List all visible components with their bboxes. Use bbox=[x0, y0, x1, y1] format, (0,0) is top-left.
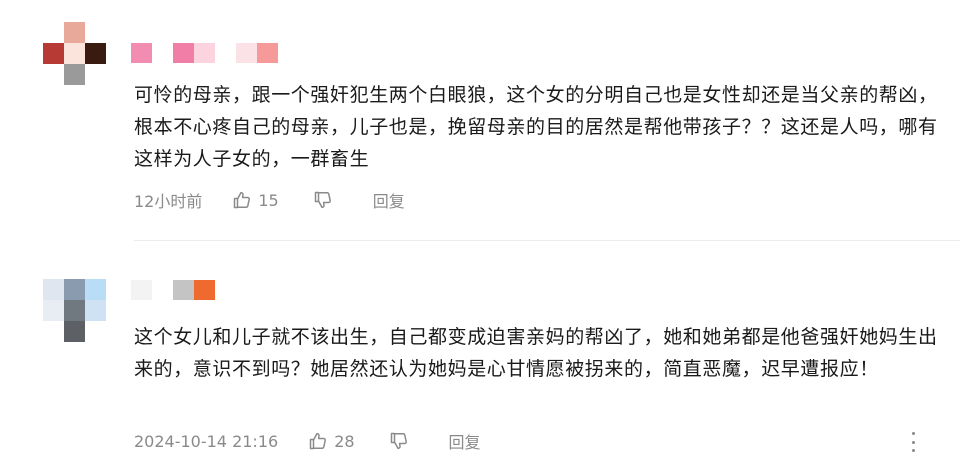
thumbs-up-icon bbox=[309, 432, 327, 450]
comment-text: 可怜的母亲，跟一个强奸犯生两个白眼狼，这个女的分明自己也是女性却还是当父亲的帮凶… bbox=[134, 84, 938, 170]
username[interactable] bbox=[131, 280, 215, 300]
username[interactable] bbox=[131, 43, 278, 63]
divider bbox=[134, 240, 960, 241]
comment-list: 可怜的母亲，跟一个强奸犯生两个白眼狼，这个女的分明自己也是女性却还是当父亲的帮凶… bbox=[0, 0, 960, 471]
dislike-button[interactable] bbox=[313, 190, 333, 210]
reply-button[interactable]: 回复 bbox=[449, 429, 481, 453]
avatar[interactable] bbox=[43, 22, 106, 85]
avatar[interactable] bbox=[43, 279, 106, 342]
like-count: 28 bbox=[334, 431, 355, 451]
comment-time: 12小时前 bbox=[134, 192, 203, 211]
like-button[interactable]: 28 bbox=[308, 431, 355, 451]
thumbs-down-icon bbox=[314, 191, 331, 209]
comment-meta: 2024-10-14 21:16 28 回复 bbox=[134, 429, 481, 453]
thumbs-up-icon bbox=[234, 191, 251, 209]
more-vertical-icon[interactable] bbox=[910, 432, 916, 452]
thumbs-down-icon bbox=[390, 432, 407, 450]
like-count: 15 bbox=[258, 190, 279, 210]
comment-meta: 12小时前 15 回复 bbox=[134, 188, 405, 212]
comment-time: 2024-10-14 21:16 bbox=[134, 431, 279, 451]
like-button[interactable]: 15 bbox=[232, 190, 279, 210]
comment-text: 这个女儿和儿子就不该出生，自己都变成迫害亲妈的帮凶了，她和她弟都是他爸强奸她妈生… bbox=[134, 326, 938, 380]
dislike-button[interactable] bbox=[389, 431, 409, 451]
reply-button[interactable]: 回复 bbox=[373, 188, 405, 212]
